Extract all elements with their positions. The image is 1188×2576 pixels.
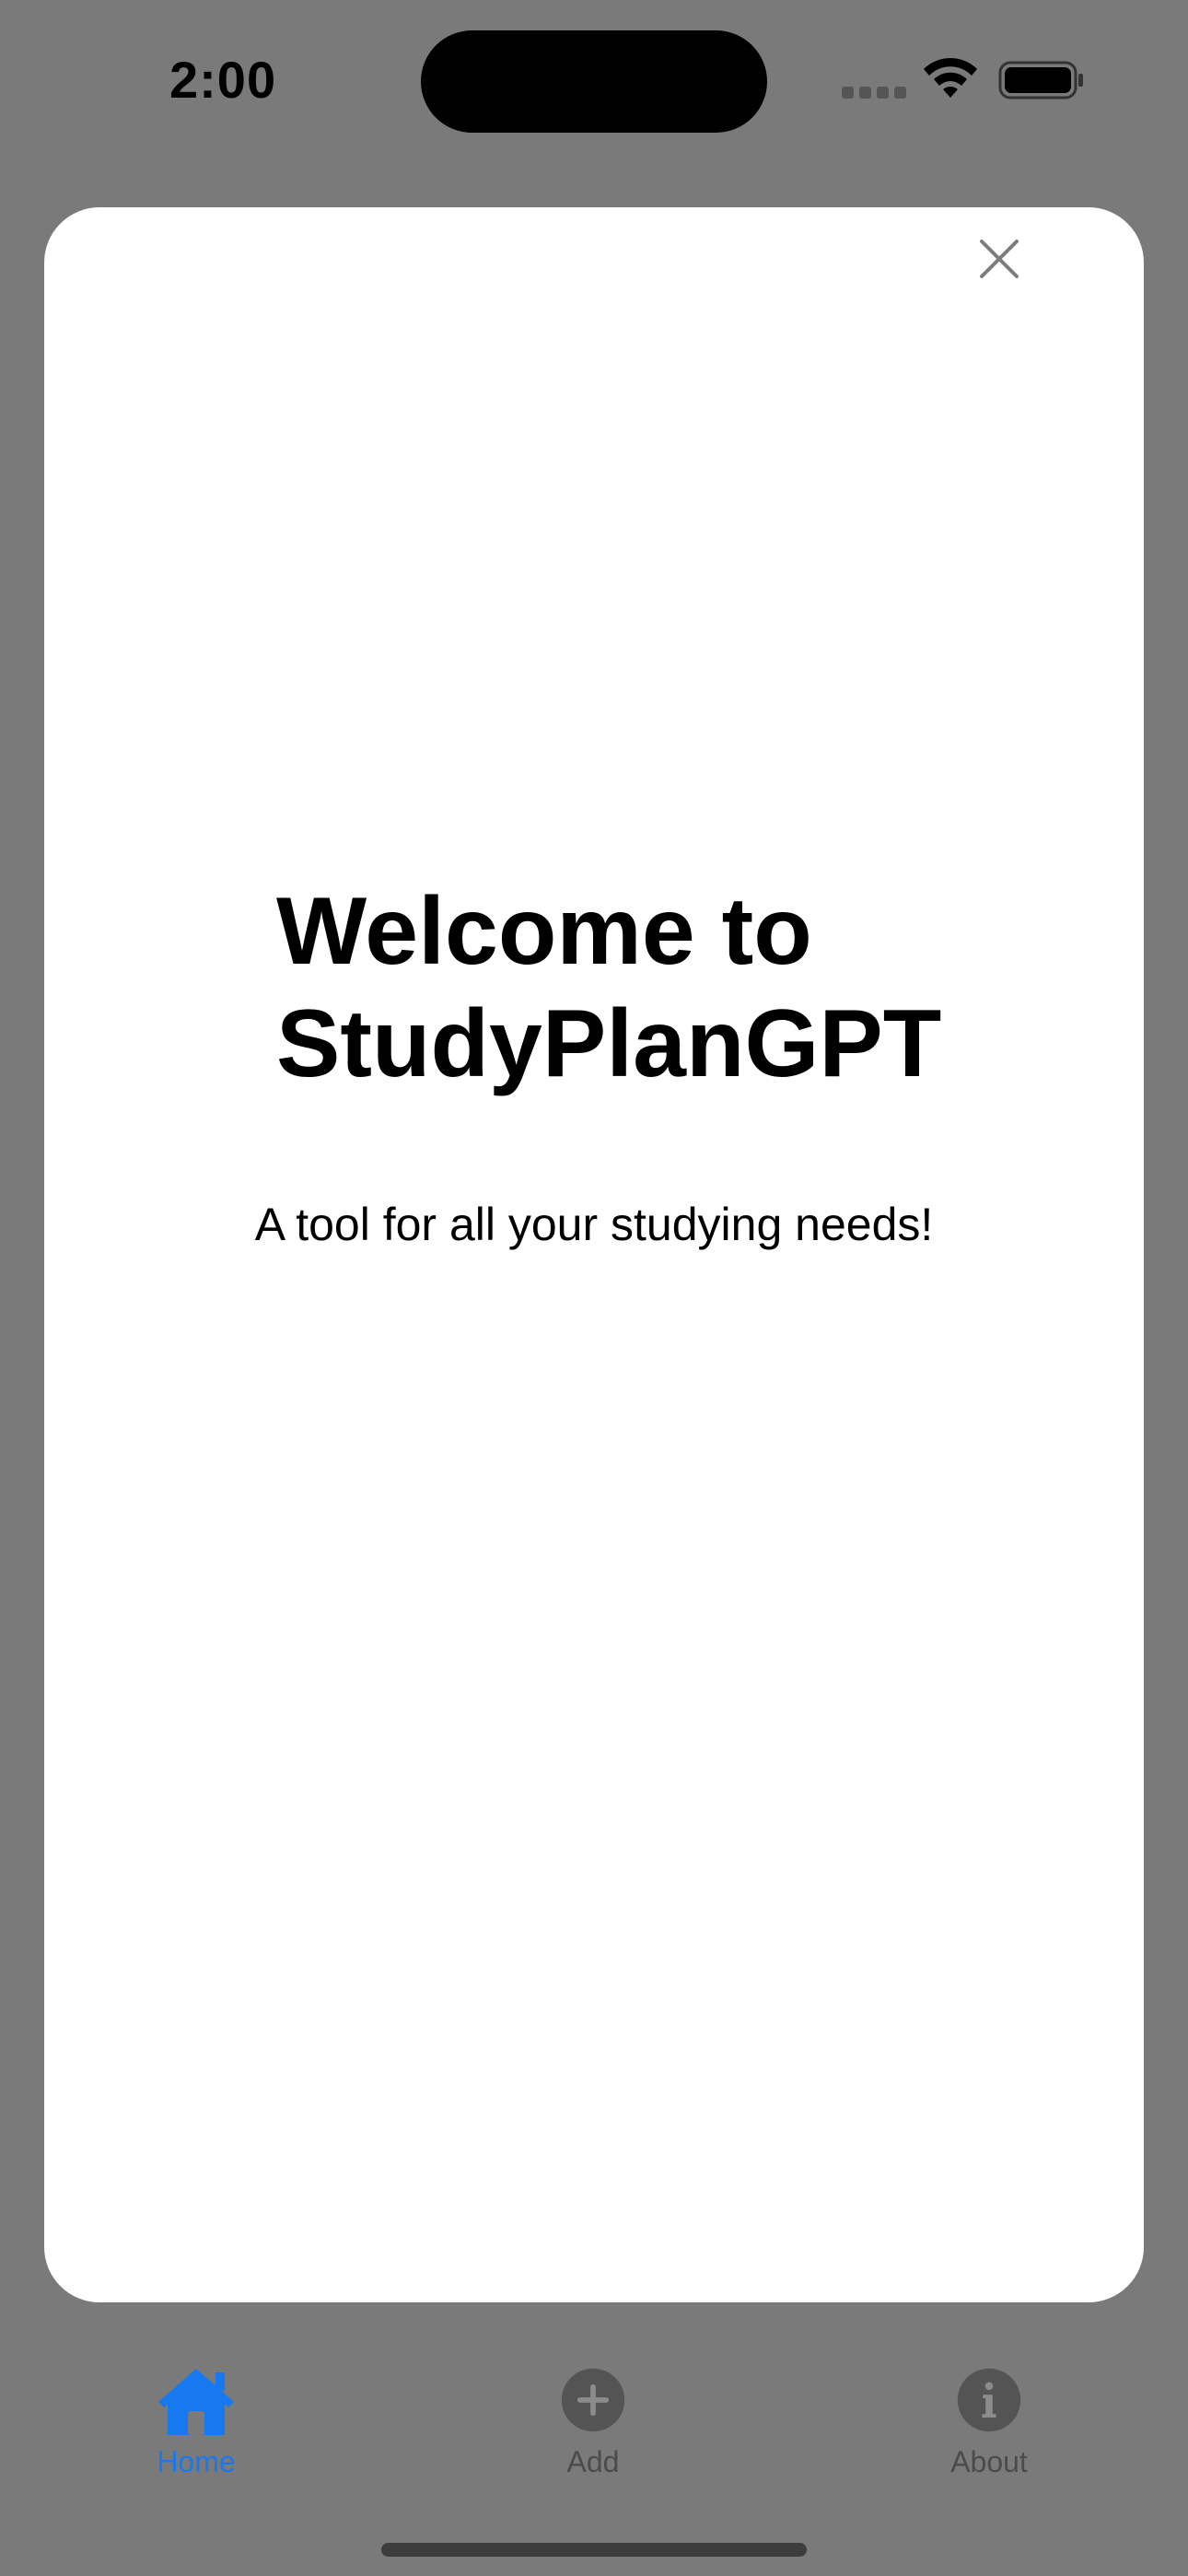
tab-about-label: About [950,2445,1028,2478]
welcome-subtitle: A tool for all your studying needs! [254,1199,934,1250]
home-indicator[interactable] [381,2543,807,2557]
status-bar: 2:00 [0,0,1188,166]
battery-icon [998,61,1085,100]
tab-home[interactable]: Home [86,2340,307,2488]
plus-circle-icon [552,2359,635,2441]
welcome-sheet [44,207,1144,2302]
info-circle-icon [948,2359,1031,2441]
tab-add-label: Add [566,2445,620,2478]
dynamic-island [421,30,767,133]
status-time: 2:00 [169,51,277,109]
tab-add[interactable]: Add [483,2340,704,2488]
close-icon [980,240,1019,278]
welcome-title: Welcome to StudyPlanGPT [276,875,1031,1100]
house-icon [155,2359,238,2441]
wifi-icon [921,57,980,101]
close-button[interactable] [962,222,1036,296]
tab-bar: Home Add About [0,2340,1188,2488]
welcome-title-line1: Welcome to [276,878,812,985]
cellular-signal-icon [842,87,906,100]
tab-home-label: Home [157,2445,236,2478]
tab-about[interactable]: About [879,2340,1100,2488]
welcome-title-line2: StudyPlanGPT [276,990,942,1097]
